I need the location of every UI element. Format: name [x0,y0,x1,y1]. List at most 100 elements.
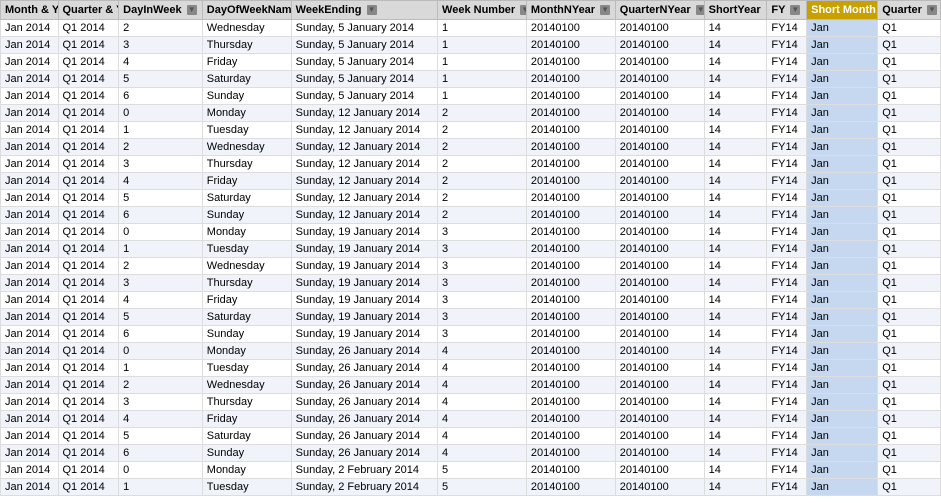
cell-quarterend: Q1 [878,54,941,71]
cell-quarterend: Q1 [878,394,941,411]
col-header-fy[interactable]: FY ▼ [767,1,807,20]
table-row: Jan 2014Q1 20145SaturdaySunday, 26 Janua… [1,428,941,445]
cell-dayofweekname: Saturday [202,428,291,445]
cell-quarternyear: 20140100 [615,105,704,122]
cell-dayofweekname: Wednesday [202,139,291,156]
col-header-monthnyear[interactable]: MonthNYear ▼ [526,1,615,20]
filter-icon[interactable]: ▼ [600,5,610,15]
cell-quarterend: Q1 [878,411,941,428]
col-header-dayinweek[interactable]: DayInWeek ▼ [119,1,203,20]
cell-quarternyear: 20140100 [615,37,704,54]
cell-dayofweekname: Monday [202,462,291,479]
cell-shortyear: 14 [704,37,767,54]
cell-monthnyear: 20140100 [526,207,615,224]
cell-shortyear: 14 [704,343,767,360]
cell-shortmonth: Jan [807,105,878,122]
cell-weekending: Sunday, 26 January 2014 [291,394,437,411]
cell-month: Jan 2014 [1,37,59,54]
cell-shortmonth: Jan [807,326,878,343]
cell-fy: FY14 [767,105,807,122]
cell-quarter: Q1 2014 [58,360,119,377]
col-header-weekending[interactable]: WeekEnding ▼ [291,1,437,20]
col-header-dayofweekname[interactable]: DayOfWeekName ▼ [202,1,291,20]
col-header-shortyear[interactable]: ShortYear ▼ [704,1,767,20]
cell-weekending: Sunday, 12 January 2014 [291,207,437,224]
cell-quarter: Q1 2014 [58,411,119,428]
cell-shortyear: 14 [704,360,767,377]
cell-weekending: Sunday, 12 January 2014 [291,139,437,156]
cell-dayinweek: 5 [119,190,203,207]
col-header-shortmonth[interactable]: Short Month ▼ [807,1,878,20]
cell-shortmonth: Jan [807,377,878,394]
cell-shortyear: 14 [704,54,767,71]
cell-weeknumber: 2 [438,156,527,173]
cell-monthnyear: 20140100 [526,88,615,105]
cell-shortmonth: Jan [807,428,878,445]
cell-quarternyear: 20140100 [615,343,704,360]
cell-monthnyear: 20140100 [526,479,615,496]
cell-weeknumber: 3 [438,241,527,258]
cell-quarter: Q1 2014 [58,292,119,309]
col-header-quarter[interactable]: Quarter & Year ▼ [58,1,119,20]
cell-weekending: Sunday, 5 January 2014 [291,54,437,71]
cell-dayofweekname: Wednesday [202,20,291,37]
cell-shortyear: 14 [704,71,767,88]
cell-quarterend: Q1 [878,156,941,173]
cell-quarterend: Q1 [878,105,941,122]
cell-month: Jan 2014 [1,190,59,207]
cell-quarter: Q1 2014 [58,224,119,241]
cell-weekending: Sunday, 2 February 2014 [291,462,437,479]
cell-weeknumber: 1 [438,71,527,88]
cell-monthnyear: 20140100 [526,20,615,37]
cell-fy: FY14 [767,258,807,275]
cell-shortyear: 14 [704,275,767,292]
cell-dayofweekname: Friday [202,411,291,428]
filter-icon[interactable]: ▼ [696,5,704,15]
cell-weekending: Sunday, 5 January 2014 [291,88,437,105]
cell-weeknumber: 3 [438,292,527,309]
cell-dayinweek: 3 [119,37,203,54]
cell-dayofweekname: Tuesday [202,241,291,258]
cell-weekending: Sunday, 2 February 2014 [291,479,437,496]
cell-shortmonth: Jan [807,343,878,360]
col-header-weeknumber[interactable]: Week Number ▼ [438,1,527,20]
cell-quarternyear: 20140100 [615,20,704,37]
cell-quarterend: Q1 [878,190,941,207]
cell-month: Jan 2014 [1,326,59,343]
cell-weekending: Sunday, 26 January 2014 [291,411,437,428]
cell-dayofweekname: Monday [202,343,291,360]
cell-monthnyear: 20140100 [526,394,615,411]
cell-shortyear: 14 [704,105,767,122]
cell-weekending: Sunday, 19 January 2014 [291,275,437,292]
filter-icon[interactable]: ▼ [790,5,800,15]
cell-quarternyear: 20140100 [615,139,704,156]
table-row: Jan 2014Q1 20145SaturdaySunday, 19 Janua… [1,309,941,326]
cell-quarter: Q1 2014 [58,54,119,71]
filter-icon[interactable]: ▼ [367,5,377,15]
cell-weekending: Sunday, 19 January 2014 [291,309,437,326]
cell-dayofweekname: Thursday [202,394,291,411]
cell-shortyear: 14 [704,88,767,105]
col-header-quarterend[interactable]: Quarter ▼ [878,1,941,20]
cell-shortyear: 14 [704,241,767,258]
cell-shortyear: 14 [704,428,767,445]
filter-icon[interactable]: ▼ [927,5,937,15]
cell-month: Jan 2014 [1,173,59,190]
table-row: Jan 2014Q1 20142WednesdaySunday, 19 Janu… [1,258,941,275]
filter-icon[interactable]: ▼ [187,5,197,15]
cell-weekending: Sunday, 12 January 2014 [291,105,437,122]
cell-fy: FY14 [767,88,807,105]
cell-month: Jan 2014 [1,105,59,122]
cell-weeknumber: 3 [438,275,527,292]
cell-month: Jan 2014 [1,20,59,37]
cell-quarternyear: 20140100 [615,309,704,326]
cell-quarter: Q1 2014 [58,258,119,275]
cell-weeknumber: 3 [438,309,527,326]
cell-quarternyear: 20140100 [615,292,704,309]
cell-monthnyear: 20140100 [526,462,615,479]
col-header-quarternyear[interactable]: QuarterNYear ▼ [615,1,704,20]
cell-quarternyear: 20140100 [615,275,704,292]
table-row: Jan 2014Q1 20141TuesdaySunday, 12 Januar… [1,122,941,139]
col-header-month[interactable]: Month & Year ▼ [1,1,59,20]
cell-shortyear: 14 [704,309,767,326]
